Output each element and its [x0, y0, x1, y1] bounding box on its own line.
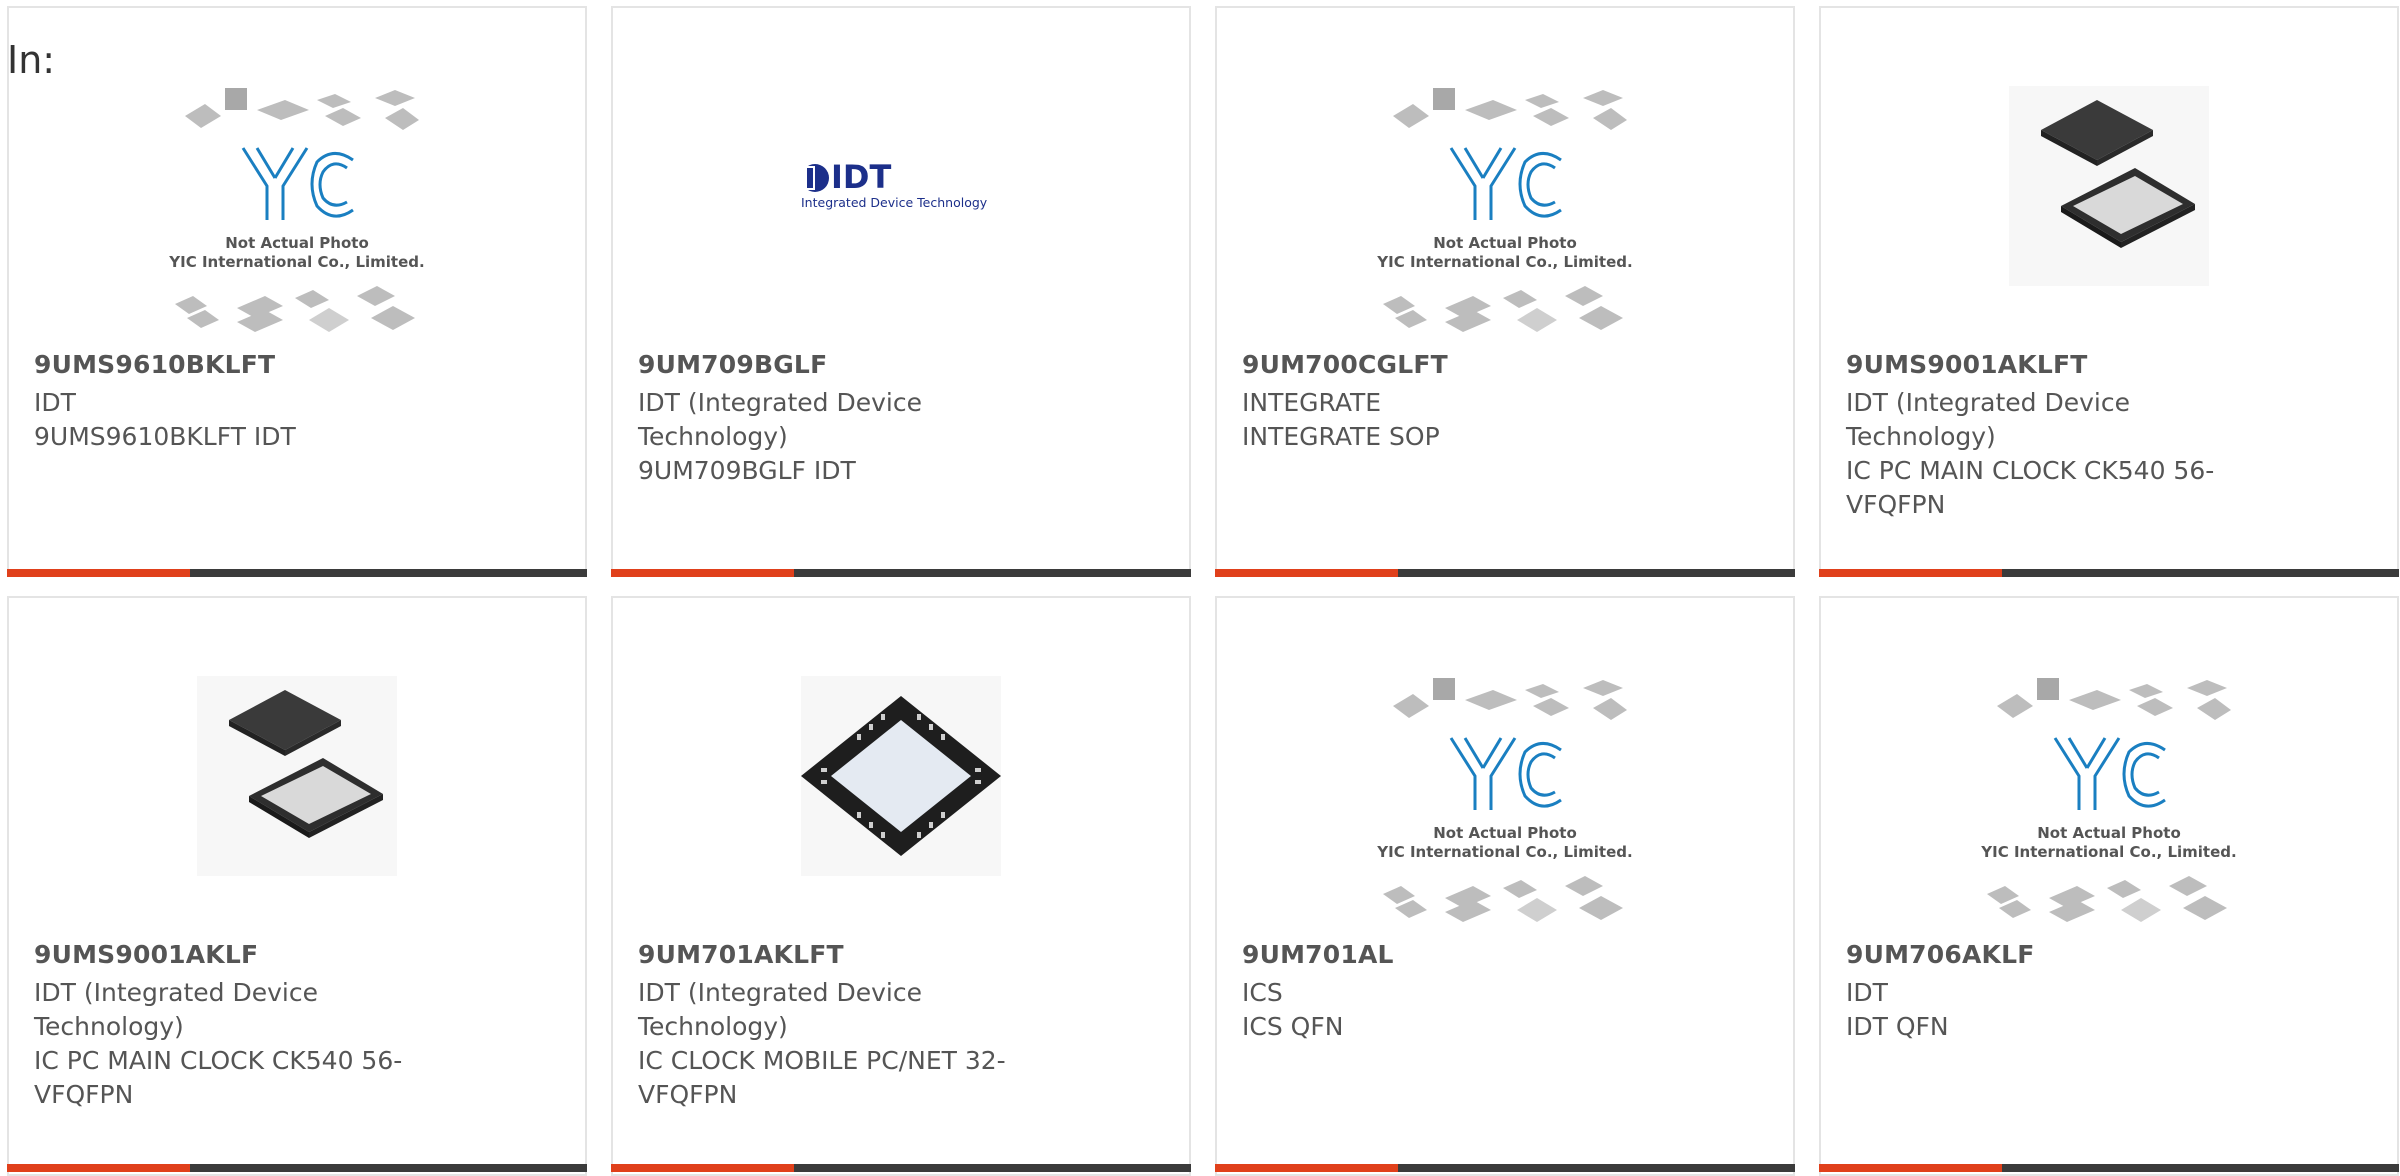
card-accent	[1819, 569, 2002, 577]
yic-placeholder-image: Not Actual Photo YIC International Co., …	[168, 88, 425, 332]
yic-placeholder-image: Not Actual Photo YIC International Co., …	[1980, 678, 2237, 922]
part-number[interactable]: 9UM701AL	[1242, 940, 1394, 969]
card-accent	[1215, 569, 1398, 577]
product-card[interactable]: 9UMS9001AKLF IDT (Integrated Device Tech…	[7, 596, 587, 1176]
yic-caption-line1: Not Actual Photo	[225, 234, 369, 252]
idt-logo-text: IDT	[831, 158, 891, 196]
manufacturer: IDT	[34, 388, 76, 417]
yic-caption-line2: YIC International Co., Limited.	[1376, 253, 1632, 271]
qfn-chip-gray-image	[197, 676, 397, 876]
description: IC PC MAIN CLOCK CK540 56-VFQFPN	[34, 1046, 403, 1109]
description: 9UM709BGLF IDT	[638, 456, 856, 485]
yic-caption-line2: YIC International Co., Limited.	[1980, 843, 2236, 861]
card-bottom-bar	[7, 569, 587, 577]
card-accent	[611, 1164, 794, 1172]
yic-caption-line1: Not Actual Photo	[1433, 824, 1577, 842]
manufacturer: IDT (Integrated Device Technology)	[638, 978, 922, 1041]
product-image[interactable]	[613, 676, 1189, 938]
manufacturer: IDT	[1846, 978, 1888, 1007]
qfn-chip-gray-image	[2009, 86, 2209, 286]
card-bottom-bar	[1215, 1164, 1795, 1172]
part-number[interactable]: 9UM706AKLF	[1846, 940, 2035, 969]
product-card[interactable]: Not Actual Photo YIC International Co., …	[1819, 596, 2399, 1176]
manufacturer: IDT (Integrated Device Technology)	[34, 978, 318, 1041]
description: ICS QFN	[1242, 1012, 1344, 1041]
card-bottom-bar	[611, 1164, 1191, 1172]
yic-caption-line1: Not Actual Photo	[2037, 824, 2181, 842]
card-accent	[611, 569, 794, 577]
idt-logo-subtext: Integrated Device Technology	[801, 195, 988, 210]
product-image[interactable]: Not Actual Photo YIC International Co., …	[1217, 86, 1793, 348]
product-card[interactable]: 9UM701AKLFT IDT (Integrated Device Techn…	[611, 596, 1191, 1176]
product-image[interactable]	[1821, 86, 2397, 348]
product-card[interactable]: Not Actual Photo YIC International Co., …	[7, 6, 587, 577]
product-image[interactable]: Not Actual Photo YIC International Co., …	[1217, 676, 1793, 938]
yic-caption-line2: YIC International Co., Limited.	[168, 253, 424, 271]
description: IC PC MAIN CLOCK CK540 56-VFQFPN	[1846, 456, 2215, 519]
idt-logo-image: IDT Integrated Device Technology	[801, 158, 988, 210]
product-grid: In: Not Actual Photo YIC International C…	[0, 0, 2400, 1176]
yic-caption-line2: YIC International Co., Limited.	[1376, 843, 1632, 861]
manufacturer: IDT (Integrated Device Technology)	[1846, 388, 2130, 451]
product-card[interactable]: IDT Integrated Device Technology 9UM709B…	[611, 6, 1191, 577]
product-card[interactable]: Not Actual Photo YIC International Co., …	[1215, 596, 1795, 1176]
qfn-chip-black-image	[801, 676, 1001, 876]
part-number[interactable]: 9UM700CGLFT	[1242, 350, 1448, 379]
part-number[interactable]: 9UM701AKLFT	[638, 940, 844, 969]
product-image[interactable]: Not Actual Photo YIC International Co., …	[1821, 676, 2397, 938]
card-accent	[7, 1164, 190, 1172]
product-image[interactable]: Not Actual Photo YIC International Co., …	[9, 86, 585, 348]
product-card[interactable]: 9UMS9001AKLFT IDT (Integrated Device Tec…	[1819, 6, 2399, 577]
description: IDT QFN	[1846, 1012, 1949, 1041]
card-accent	[1819, 1164, 2002, 1172]
product-image[interactable]	[9, 676, 585, 938]
card-bottom-bar	[611, 569, 1191, 577]
description: IC CLOCK MOBILE PC/NET 32-VFQFPN	[638, 1046, 1006, 1109]
description: 9UMS9610BKLFT IDT	[34, 422, 296, 451]
manufacturer: ICS	[1242, 978, 1283, 1007]
yic-caption-line1: Not Actual Photo	[1433, 234, 1577, 252]
yic-placeholder-image: Not Actual Photo YIC International Co., …	[1376, 88, 1633, 332]
card-bottom-bar	[1215, 569, 1795, 577]
card-accent	[1215, 1164, 1398, 1172]
description: INTEGRATE SOP	[1242, 422, 1440, 451]
part-number[interactable]: 9UMS9001AKLF	[34, 940, 258, 969]
product-card[interactable]: Not Actual Photo YIC International Co., …	[1215, 6, 1795, 577]
manufacturer: INTEGRATE	[1242, 388, 1382, 417]
card-bottom-bar	[7, 1164, 587, 1172]
card-bottom-bar	[1819, 569, 2399, 577]
product-image[interactable]: IDT Integrated Device Technology	[613, 86, 1189, 348]
card-accent	[7, 569, 190, 577]
in-label: In:	[7, 38, 56, 82]
manufacturer: IDT (Integrated Device Technology)	[638, 388, 922, 451]
part-number[interactable]: 9UMS9001AKLFT	[1846, 350, 2088, 379]
part-number[interactable]: 9UM709BGLF	[638, 350, 827, 379]
part-number[interactable]: 9UMS9610BKLFT	[34, 350, 275, 379]
card-bottom-bar	[1819, 1164, 2399, 1172]
yic-placeholder-image: Not Actual Photo YIC International Co., …	[1376, 678, 1633, 922]
